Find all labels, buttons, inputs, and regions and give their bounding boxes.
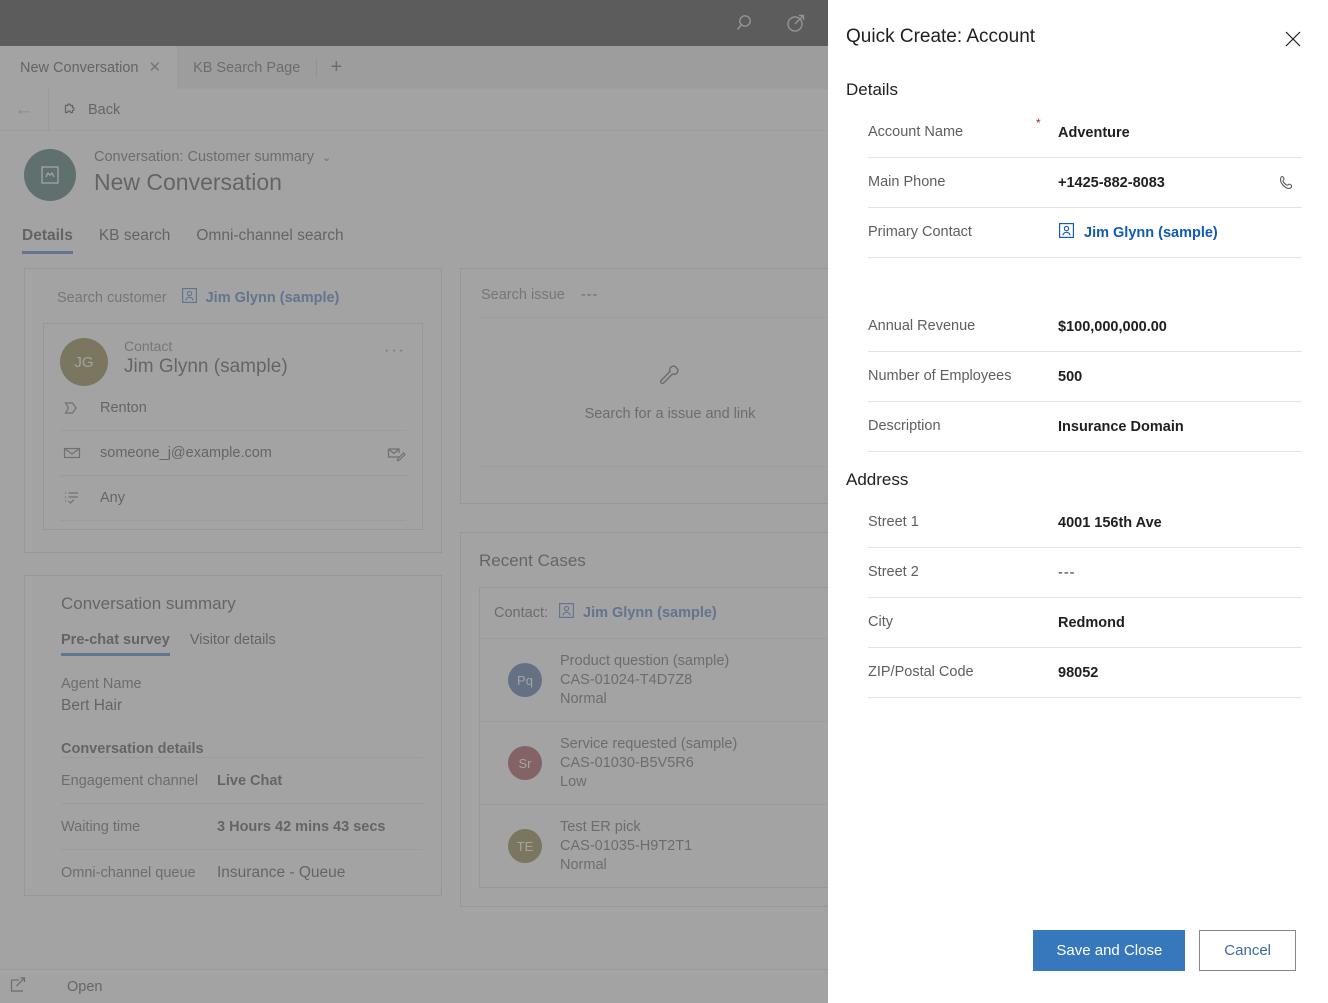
field-number-of-employees[interactable]: Number of Employees 500 xyxy=(868,352,1302,402)
required-indicator-empty xyxy=(1036,308,1058,310)
field-label: Primary Contact xyxy=(868,223,1036,243)
field-street-1[interactable]: Street 1 4001 156th Ave xyxy=(868,498,1302,548)
field-main-phone[interactable]: Main Phone +1425-882-8083 xyxy=(868,158,1302,208)
field-value-link[interactable]: Jim Glynn (sample) xyxy=(1058,222,1278,243)
required-indicator-empty xyxy=(1036,164,1058,166)
required-indicator: * xyxy=(1036,114,1058,130)
field-label: Description xyxy=(868,417,1036,437)
required-indicator-empty xyxy=(1036,654,1058,656)
panel-title: Quick Create: Account xyxy=(846,26,1035,48)
modal-overlay[interactable] xyxy=(0,0,828,1003)
panel-header: Quick Create: Account xyxy=(828,0,1328,52)
group-heading-address: Address xyxy=(846,452,1302,498)
field-label: Street 2 xyxy=(868,563,1036,583)
field-blank-spacer xyxy=(868,258,1302,302)
required-indicator-empty xyxy=(1036,504,1058,506)
field-zip-postal-code[interactable]: ZIP/Postal Code 98052 xyxy=(868,648,1302,698)
field-city[interactable]: City Redmond xyxy=(868,598,1302,648)
field-value: $100,000,000.00 xyxy=(1058,319,1278,335)
field-description[interactable]: Description Insurance Domain xyxy=(868,402,1302,452)
field-value: 500 xyxy=(1058,369,1278,385)
field-value: +1425-882-8083 xyxy=(1058,175,1278,191)
field-annual-revenue[interactable]: Annual Revenue $100,000,000.00 xyxy=(868,302,1302,352)
panel-body: Details Account Name * Adventure Main Ph… xyxy=(828,52,1328,930)
field-link-text: Jim Glynn (sample) xyxy=(1084,225,1218,241)
group-heading-details: Details xyxy=(846,52,1302,108)
field-primary-contact[interactable]: Primary Contact Jim Glynn (sample) xyxy=(868,208,1302,258)
required-indicator-empty xyxy=(1036,358,1058,360)
field-label: Street 1 xyxy=(868,513,1036,533)
field-label: Account Name xyxy=(868,123,1036,143)
save-and-close-button[interactable]: Save and Close xyxy=(1033,930,1185,971)
required-indicator-empty xyxy=(1036,554,1058,556)
field-label: Annual Revenue xyxy=(868,317,1036,337)
field-value: 4001 156th Ave xyxy=(1058,515,1278,531)
cancel-button[interactable]: Cancel xyxy=(1199,930,1296,971)
field-account-name[interactable]: Account Name * Adventure xyxy=(868,108,1302,158)
field-value: 98052 xyxy=(1058,665,1278,681)
field-label: Main Phone xyxy=(868,173,1036,193)
field-value: Insurance Domain xyxy=(1058,419,1278,435)
quick-create-panel: Quick Create: Account Details Account Na… xyxy=(828,0,1328,1003)
required-indicator-empty xyxy=(1036,214,1058,216)
contact-record-icon xyxy=(1058,222,1075,243)
field-value: Redmond xyxy=(1058,615,1278,631)
field-value: Adventure xyxy=(1058,125,1278,141)
phone-icon[interactable] xyxy=(1278,174,1302,192)
app-root: New Conversation ✕ KB Search Page + ← Ba… xyxy=(0,0,1328,1003)
field-value: --- xyxy=(1058,565,1278,581)
required-indicator-empty xyxy=(1036,604,1058,606)
field-label: Number of Employees xyxy=(868,367,1036,387)
required-indicator-empty xyxy=(1036,408,1058,410)
panel-footer: Save and Close Cancel xyxy=(828,930,1328,1003)
field-label: City xyxy=(868,613,1036,633)
close-icon[interactable] xyxy=(1280,26,1306,52)
field-label: ZIP/Postal Code xyxy=(868,663,1036,683)
field-street-2[interactable]: Street 2 --- xyxy=(868,548,1302,598)
